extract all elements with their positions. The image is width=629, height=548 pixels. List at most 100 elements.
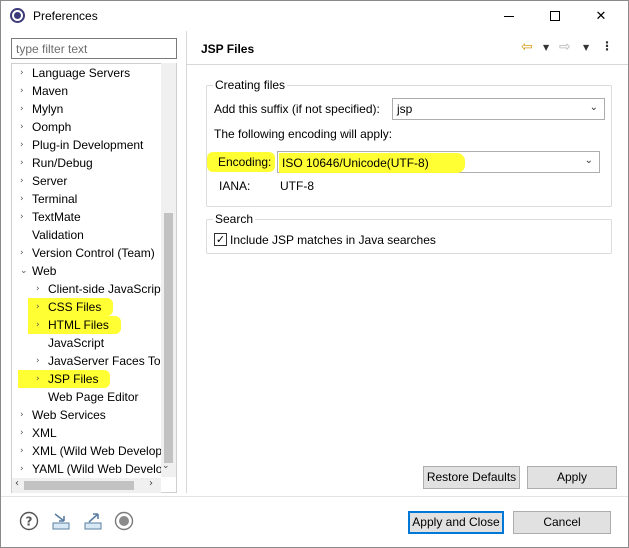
- tree-item[interactable]: › Terminal: [12, 190, 162, 208]
- tree-item-label: Client-side JavaScript: [48, 282, 165, 296]
- help-icon[interactable]: ?: [19, 511, 39, 531]
- tree-item[interactable]: › XML: [12, 424, 162, 442]
- chevron-right-icon[interactable]: ›: [36, 298, 40, 316]
- chevron-right-icon[interactable]: ›: [20, 208, 24, 226]
- chevron-down-icon[interactable]: ⌄: [20, 262, 28, 280]
- chevron-right-icon[interactable]: ›: [36, 352, 40, 370]
- tree-item[interactable]: › Version Control (Team): [12, 244, 162, 262]
- filter-input[interactable]: [11, 38, 177, 59]
- include-jsp-checkbox[interactable]: ✓: [214, 233, 227, 246]
- tree-item-label: Oomph: [32, 120, 72, 134]
- chevron-right-icon[interactable]: ›: [20, 190, 24, 208]
- chevron-right-icon[interactable]: ›: [20, 244, 24, 262]
- encoding-label: Encoding:: [207, 152, 275, 172]
- tree-item[interactable]: › Plug-in Development: [12, 136, 162, 154]
- chevron-down-icon: ⌄: [584, 155, 593, 166]
- tree-item-label: CSS Files: [28, 298, 114, 316]
- chevron-right-icon[interactable]: ›: [20, 406, 24, 424]
- tree-horizontal-scrollbar[interactable]: ‹ ›: [12, 478, 161, 493]
- panel-divider[interactable]: [186, 31, 187, 493]
- record-icon[interactable]: [114, 511, 134, 531]
- chevron-right-icon[interactable]: ›: [20, 118, 24, 136]
- tree-item[interactable]: › JSP Files: [12, 370, 162, 388]
- minimize-button[interactable]: [486, 1, 532, 31]
- tree-item[interactable]: Validation: [12, 226, 162, 244]
- page-header-separator: [187, 64, 628, 65]
- tree-item-label: Maven: [32, 84, 69, 98]
- preferences-tree: › Language Servers › Maven › Mylyn › Oomph › Plug…: [11, 63, 177, 493]
- tree-item-label: XML: [32, 426, 57, 440]
- restore-defaults-button[interactable]: Restore Defaults: [423, 466, 520, 489]
- tree-item[interactable]: › Oomph: [12, 118, 162, 136]
- tree-item[interactable]: › CSS Files: [12, 298, 162, 316]
- cancel-button[interactable]: Cancel: [513, 511, 611, 534]
- page-navigation: ⇦ ▼ ⇨ ▼ ⋮: [521, 39, 616, 59]
- export-icon[interactable]: [83, 511, 103, 531]
- view-menu-icon[interactable]: ⋮: [601, 39, 613, 53]
- tree-item[interactable]: › TextMate: [12, 208, 162, 226]
- tree-vertical-scrollbar[interactable]: [161, 63, 176, 477]
- tree-item-label: Validation: [32, 228, 84, 242]
- tree-vertical-scroll-thumb[interactable]: [164, 213, 173, 463]
- apply-and-close-button[interactable]: Apply and Close: [408, 511, 504, 534]
- tree-item-label: HTML Files: [28, 316, 121, 334]
- chevron-down-icon: ⌄: [589, 102, 598, 113]
- include-jsp-label[interactable]: Include JSP matches in Java searches: [230, 233, 436, 247]
- tree-item-label: XML (Wild Web Developer): [32, 444, 177, 458]
- tree-item-label: Plug-in Development: [32, 138, 144, 152]
- tree-item[interactable]: › Client-side JavaScript: [12, 280, 165, 298]
- tree-item[interactable]: › Maven: [12, 82, 162, 100]
- maximize-button[interactable]: [532, 1, 578, 31]
- tree-item[interactable]: › Language Servers: [12, 64, 162, 82]
- tree-horizontal-scroll-thumb[interactable]: [24, 481, 134, 490]
- chevron-right-icon[interactable]: ›: [20, 82, 24, 100]
- tree-item[interactable]: › Web Services: [12, 406, 162, 424]
- scroll-left-icon[interactable]: ‹: [15, 478, 19, 489]
- chevron-right-icon[interactable]: ›: [20, 172, 24, 190]
- tree-item[interactable]: › Mylyn: [12, 100, 162, 118]
- iana-value: UTF-8: [280, 179, 314, 193]
- tree-item[interactable]: › XML (Wild Web Developer): [12, 442, 176, 460]
- tree-item[interactable]: Web Page Editor: [12, 388, 162, 406]
- chevron-right-icon[interactable]: ›: [20, 154, 24, 172]
- tree-item[interactable]: › JavaServer Faces Tools: [12, 352, 176, 370]
- chevron-right-icon[interactable]: ›: [20, 64, 24, 82]
- close-icon: ✕: [595, 8, 607, 24]
- tree-item-label: Web: [32, 264, 57, 278]
- chevron-right-icon[interactable]: ›: [20, 460, 24, 478]
- tree-item-label: Web Page Editor: [48, 390, 139, 404]
- chevron-right-icon[interactable]: ›: [20, 100, 24, 118]
- chevron-right-icon[interactable]: ›: [36, 316, 40, 334]
- chevron-right-icon[interactable]: ›: [20, 424, 24, 442]
- close-button[interactable]: ✕: [578, 1, 624, 31]
- back-history-chevron-icon[interactable]: ▼: [543, 43, 549, 52]
- tree-item[interactable]: › Server: [12, 172, 162, 190]
- chevron-right-icon[interactable]: ›: [36, 370, 40, 388]
- suffix-combo[interactable]: jsp ⌄: [392, 98, 605, 120]
- scroll-right-icon[interactable]: ›: [149, 478, 153, 489]
- chevron-right-icon[interactable]: ›: [20, 442, 24, 460]
- forward-history-chevron-icon[interactable]: ▼: [583, 43, 589, 52]
- back-arrow-icon[interactable]: ⇦: [521, 39, 533, 55]
- encoding-combo-value: ISO 10646/Unicode(UTF-8): [279, 153, 465, 173]
- page-title: JSP Files: [201, 42, 255, 56]
- minimize-icon: [504, 15, 514, 17]
- encoding-combo[interactable]: ISO 10646/Unicode(UTF-8) ⌄: [277, 151, 600, 173]
- maximize-icon: [550, 11, 560, 21]
- tree-item[interactable]: JavaScript: [12, 334, 162, 352]
- svg-text:?: ?: [26, 515, 33, 529]
- tree-item[interactable]: › HTML Files: [12, 316, 162, 334]
- tree-item-label: TextMate: [32, 210, 81, 224]
- apply-button[interactable]: Apply: [527, 466, 617, 489]
- chevron-right-icon[interactable]: ›: [36, 280, 40, 298]
- tree-item[interactable]: › Run/Debug: [12, 154, 162, 172]
- import-icon[interactable]: [51, 511, 71, 531]
- scroll-down-icon[interactable]: ⌄: [162, 461, 170, 471]
- encoding-note: The following encoding will apply:: [214, 127, 393, 141]
- forward-arrow-icon[interactable]: ⇨: [559, 39, 571, 55]
- tree-item-label: Terminal: [32, 192, 78, 206]
- chevron-right-icon[interactable]: ›: [20, 136, 24, 154]
- suffix-combo-value: jsp: [397, 102, 413, 116]
- tree-item[interactable]: ⌄ Web: [12, 262, 162, 280]
- tree-item[interactable]: › YAML (Wild Web Developer): [12, 460, 176, 478]
